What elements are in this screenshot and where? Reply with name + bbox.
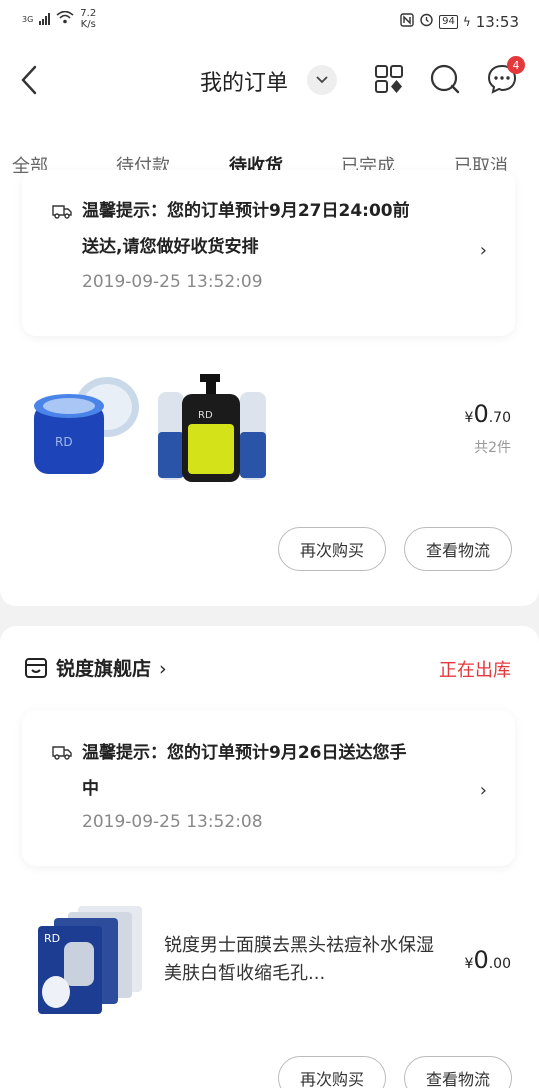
view-logistics-button[interactable]: 查看物流 <box>404 527 512 571</box>
nfc-icon <box>400 12 414 31</box>
search-icon <box>430 64 460 94</box>
buy-again-button[interactable]: 再次购买 <box>278 527 386 571</box>
product-image[interactable]: RD <box>30 374 142 480</box>
store-name-link[interactable]: 锐度旗舰店 › <box>56 654 167 681</box>
svg-text:RD: RD <box>44 932 60 945</box>
app-header: 我的订单 4 <box>0 40 539 120</box>
delivery-tip[interactable]: 温馨提示：您的订单预计9月27日24:00前 送达,请您做好收货安排 2019-… <box>22 170 515 336</box>
network-speed: 7.2 K/s <box>80 8 97 30</box>
delivery-tip[interactable]: 温馨提示：您的订单预计9月26日送达您手 中 2019-09-25 13:52:… <box>22 710 515 866</box>
chevron-down-icon <box>316 76 328 84</box>
chevron-right-icon: › <box>479 780 487 801</box>
charging-icon: ϟ <box>462 14 471 29</box>
product-image[interactable]: RD <box>152 372 274 484</box>
back-button[interactable] <box>14 60 44 100</box>
wifi-icon <box>56 10 74 28</box>
status-bar: 3G 7.2 K/s 94 ϟ 13:53 <box>0 0 539 40</box>
signal-icon <box>39 13 51 25</box>
chevron-right-icon: › <box>479 240 487 261</box>
svg-text:RD: RD <box>55 435 73 449</box>
order-price: ¥0.70 <box>464 400 511 428</box>
message-count-badge: 4 <box>507 56 525 74</box>
order-quantity: 共2件 <box>474 440 511 456</box>
alarm-icon <box>419 12 434 31</box>
tip-timestamp: 2019-09-25 13:52:09 <box>82 272 263 292</box>
title-dropdown-button[interactable] <box>307 65 337 95</box>
truck-icon <box>52 205 72 219</box>
truck-icon <box>52 746 72 760</box>
order-price: ¥0.00 <box>464 946 511 974</box>
grid-icon <box>375 65 403 93</box>
product-image[interactable]: RD <box>34 902 148 1018</box>
svg-text:RD: RD <box>198 410 213 421</box>
product-title[interactable]: 锐度男士面膜去黑头祛痘补水保湿美肤白皙收缩毛孔... <box>164 932 434 988</box>
page-title: 我的订单 <box>200 71 289 96</box>
search-button[interactable] <box>428 62 462 96</box>
tip-text: 温馨提示：您的订单预计9月27日24:00前 送达,请您做好收货安排 <box>82 201 410 257</box>
chevron-right-icon: › <box>159 658 167 680</box>
order-card[interactable]: 锐度旗舰店 › 正在出库 温馨提示：您的订单预计9月26日送达您手 中 2019-… <box>0 626 539 1088</box>
view-logistics-button[interactable]: 查看物流 <box>404 1056 512 1088</box>
messages-button[interactable]: 4 <box>485 56 525 96</box>
network-type: 3G <box>22 14 34 24</box>
tip-timestamp: 2019-09-25 13:52:08 <box>82 812 263 832</box>
order-card[interactable]: 温馨提示：您的订单预计9月27日24:00前 送达,请您做好收货安排 2019-… <box>0 170 539 606</box>
buy-again-button[interactable]: 再次购买 <box>278 1056 386 1088</box>
category-button[interactable] <box>372 62 406 96</box>
battery-level: 94 <box>439 14 458 29</box>
order-status: 正在出库 <box>439 660 511 681</box>
tip-text: 温馨提示：您的订单预计9月26日送达您手 中 <box>82 743 407 799</box>
clock: 13:53 <box>475 12 519 31</box>
store-icon <box>25 658 47 678</box>
